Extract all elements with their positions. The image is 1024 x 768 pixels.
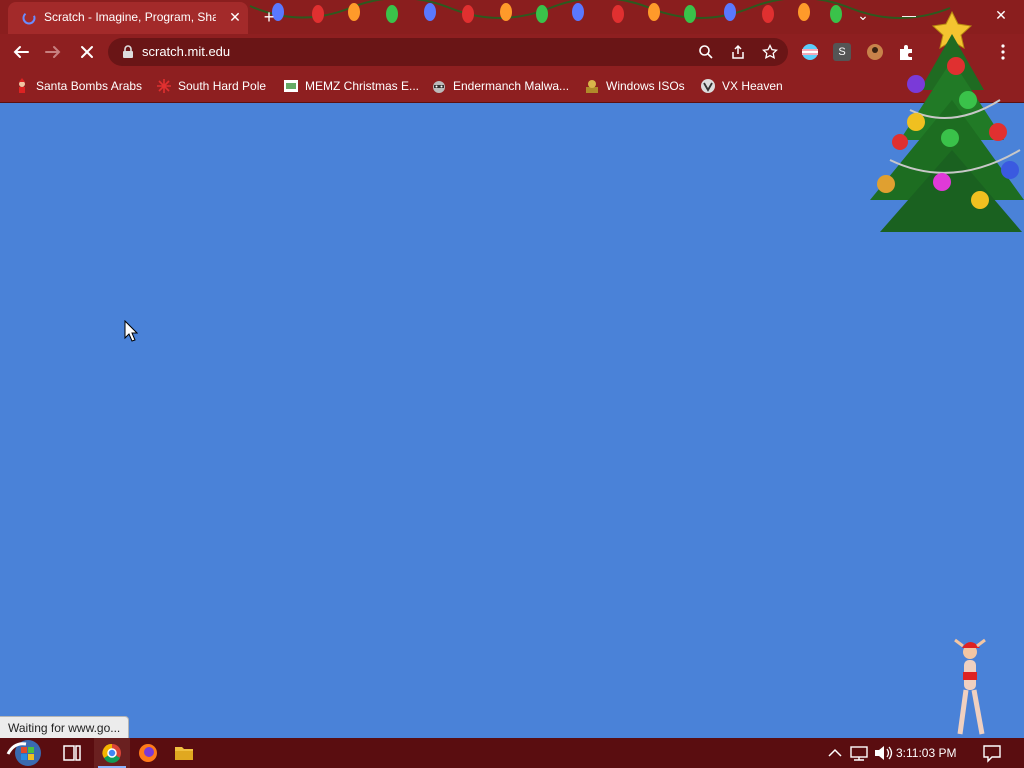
- show-hidden-icons-chevron-icon[interactable]: [824, 738, 846, 768]
- bookmark-south-hard-pole[interactable]: South Hard Pole: [156, 77, 266, 95]
- cd-icon: [586, 80, 598, 93]
- bookmark-label: Endermanch Malwa...: [453, 79, 570, 93]
- chrome-taskbar-icon[interactable]: [94, 738, 130, 768]
- taskbar: 3:11:03 PM: [0, 738, 1024, 768]
- memz-icon: [284, 80, 298, 92]
- forward-icon[interactable]: [42, 41, 64, 63]
- raccoon-icon: [433, 81, 445, 93]
- bookmark-endermanch-malware[interactable]: Endermanch Malwa...: [431, 77, 569, 95]
- bookmark-windows-isos[interactable]: Windows ISOs: [584, 77, 685, 95]
- christmas-tree-decoration: [870, 10, 1024, 232]
- url-text[interactable]: scratch.mit.edu: [142, 44, 230, 59]
- trans-flag-extension-icon[interactable]: [801, 43, 819, 61]
- address-bar[interactable]: scratch.mit.edu: [108, 38, 788, 66]
- loading-spinner-icon: [22, 11, 36, 25]
- new-tab-button[interactable]: +: [258, 6, 280, 28]
- search-icon[interactable]: [698, 44, 714, 60]
- action-center-icon[interactable]: [980, 738, 1004, 768]
- s-extension-icon[interactable]: S: [833, 43, 851, 61]
- status-bubble: Waiting for www.go...: [0, 716, 130, 740]
- file-explorer-taskbar-icon[interactable]: [166, 738, 202, 768]
- share-icon[interactable]: [730, 44, 746, 60]
- bookmark-label: Windows ISOs: [606, 79, 685, 93]
- tab-close-button[interactable]: ✕: [226, 8, 244, 26]
- back-icon[interactable]: [10, 41, 32, 63]
- start-button-icon[interactable]: [4, 738, 46, 768]
- volume-icon[interactable]: [872, 738, 894, 768]
- mouse-cursor: [124, 320, 138, 342]
- stop-loading-icon[interactable]: [76, 41, 98, 63]
- bookmark-star-icon[interactable]: [762, 44, 778, 60]
- bookmark-memz-christmas[interactable]: MEMZ Christmas E...: [283, 77, 419, 95]
- vx-icon: [701, 79, 715, 93]
- bookmark-label: VX Heaven: [722, 79, 783, 93]
- snowflake-icon: [157, 79, 171, 93]
- network-icon[interactable]: [848, 738, 870, 768]
- bookmark-label: South Hard Pole: [178, 79, 267, 93]
- bookmark-label: MEMZ Christmas E...: [305, 79, 420, 93]
- tab-title: Scratch - Imagine, Program, Share: [44, 10, 216, 24]
- bookmark-vx-heaven[interactable]: VX Heaven: [700, 77, 783, 95]
- dancing-santa-decoration: [954, 638, 986, 735]
- bookmark-santa-bombs-arabs[interactable]: Santa Bombs Arabs: [14, 77, 142, 95]
- active-tab[interactable]: Scratch - Imagine, Program, Share ✕: [8, 2, 248, 34]
- firefox-taskbar-icon[interactable]: [130, 738, 166, 768]
- santa-icon: [19, 78, 25, 93]
- taskbar-clock[interactable]: 3:11:03 PM: [896, 746, 956, 760]
- task-view-icon[interactable]: [54, 738, 90, 768]
- bookmark-label: Santa Bombs Arabs: [36, 79, 143, 93]
- lock-icon[interactable]: [120, 44, 136, 60]
